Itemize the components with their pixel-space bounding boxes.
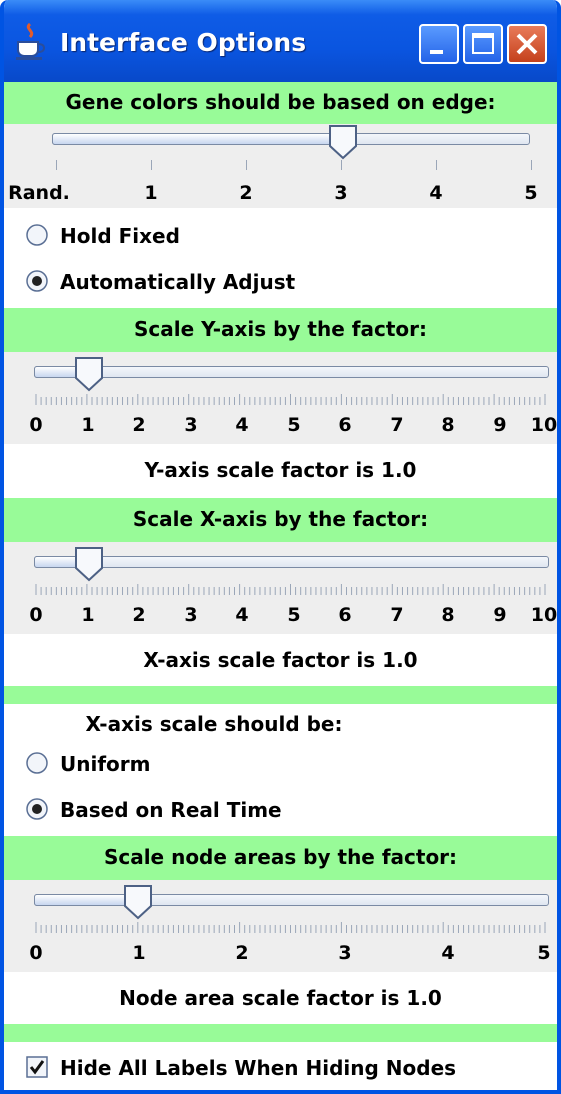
x-axis-slider-panel: 0 1 2 3 4 5 6 7 8 9 10 (4, 542, 557, 634)
node-area-slider-panel: 0 1 2 3 4 5 (4, 880, 557, 972)
gene-colors-tick-label: 3 (334, 182, 348, 204)
uniform-label[interactable]: Uniform (60, 752, 150, 776)
uniform-radio[interactable] (26, 752, 48, 774)
y-axis-tick-label: 10 (530, 414, 558, 436)
y-axis-status-text: Y-axis scale factor is 1.0 (144, 458, 417, 482)
automatically-adjust-radio[interactable] (26, 270, 48, 292)
minimize-icon (430, 50, 443, 54)
gene-colors-tick (246, 160, 247, 170)
x-axis-tick-label: 4 (235, 604, 249, 626)
java-coffee-cup-icon (16, 22, 46, 60)
gene-colors-slider-panel: Rand. 1 2 3 4 5 (4, 124, 557, 208)
x-axis-tick-label: 6 (338, 604, 352, 626)
node-area-tick-label: 5 (537, 942, 551, 964)
gene-colors-slider-thumb[interactable] (328, 124, 358, 160)
x-axis-header-band: Scale X-axis by the factor: (4, 498, 557, 542)
gene-colors-tick (341, 160, 342, 170)
title-bar[interactable]: Interface Options (4, 0, 557, 82)
x-axis-minor-ticks (35, 584, 546, 595)
gene-colors-tick-label: 4 (429, 182, 443, 204)
x-axis-tick-label: 9 (493, 604, 507, 626)
hold-fixed-radio[interactable] (26, 224, 48, 246)
y-axis-tick-label: 7 (390, 414, 404, 436)
window-title: Interface Options (60, 28, 307, 57)
maximize-button[interactable] (463, 24, 503, 64)
y-axis-slider-panel: 0 1 2 3 4 5 6 7 8 9 10 (4, 352, 557, 444)
y-axis-slider-track[interactable] (34, 366, 549, 378)
node-area-tick-label: 1 (132, 942, 146, 964)
x-axis-slider-track[interactable] (34, 556, 549, 568)
y-axis-tick-label: 5 (287, 414, 301, 436)
node-area-heading: Scale node areas by the factor: (103, 845, 458, 869)
y-axis-tick-label: 3 (184, 414, 198, 436)
x-axis-status-text: X-axis scale factor is 1.0 (143, 648, 418, 672)
y-axis-tick-label: 2 (132, 414, 146, 436)
node-area-status-text: Node area scale factor is 1.0 (119, 986, 442, 1010)
interface-options-window: Interface Options Gene colors should be … (0, 0, 561, 1094)
close-icon (516, 33, 538, 55)
y-axis-tick-label: 1 (81, 414, 95, 436)
y-axis-slider-thumb[interactable] (74, 356, 104, 392)
node-area-minor-ticks (35, 922, 546, 933)
maximize-icon (472, 33, 494, 54)
y-axis-minor-ticks (35, 394, 546, 405)
node-area-tick-label: 0 (29, 942, 43, 964)
x-axis-tick-label: 8 (441, 604, 455, 626)
x-axis-tick-label: 3 (184, 604, 198, 626)
x-axis-tick-label: 5 (287, 604, 301, 626)
y-axis-tick-label: 0 (29, 414, 43, 436)
y-axis-tick-label: 8 (441, 414, 455, 436)
x-axis-tick-label: 1 (81, 604, 95, 626)
based-on-real-time-radio[interactable] (26, 798, 48, 820)
gene-colors-header-band: Gene colors should be based on edge: (4, 82, 557, 124)
separator-band (4, 1024, 557, 1042)
based-on-real-time-label[interactable]: Based on Real Time (60, 798, 282, 822)
y-axis-header-band: Scale Y-axis by the factor: (4, 308, 557, 352)
gene-colors-tick (151, 160, 152, 170)
gene-colors-heading: Gene colors should be based on edge: (65, 90, 496, 114)
x-axis-tick-label: 10 (530, 604, 558, 626)
x-scale-mode-heading: X-axis scale should be: (85, 712, 343, 736)
separator-band (4, 686, 557, 704)
hold-fixed-label[interactable]: Hold Fixed (60, 224, 180, 248)
gene-colors-tick-label: 2 (239, 182, 253, 204)
minimize-button[interactable] (419, 24, 459, 64)
node-area-tick-label: 4 (441, 942, 455, 964)
x-axis-heading: Scale X-axis by the factor: (132, 507, 429, 531)
hide-labels-checkbox[interactable] (26, 1056, 48, 1078)
y-axis-heading: Scale Y-axis by the factor: (134, 317, 427, 341)
gene-colors-tick-label: Rand. (8, 182, 70, 204)
gene-colors-slider-fill (52, 133, 344, 145)
y-axis-tick-label: 4 (235, 414, 249, 436)
automatically-adjust-label[interactable]: Automatically Adjust (60, 270, 295, 294)
node-area-tick-label: 2 (235, 942, 249, 964)
node-area-slider-thumb[interactable] (123, 884, 153, 920)
x-axis-slider-thumb[interactable] (74, 546, 104, 582)
gene-colors-tick (531, 160, 532, 170)
gene-colors-tick-label: 1 (144, 182, 158, 204)
y-axis-tick-label: 6 (338, 414, 352, 436)
gene-colors-tick-label: 5 (524, 182, 538, 204)
y-axis-tick-label: 9 (493, 414, 507, 436)
x-axis-tick-label: 0 (29, 604, 43, 626)
x-axis-tick-label: 2 (132, 604, 146, 626)
node-area-header-band: Scale node areas by the factor: (4, 836, 557, 880)
x-axis-tick-label: 7 (390, 604, 404, 626)
close-button[interactable] (507, 24, 547, 64)
hide-labels-label[interactable]: Hide All Labels When Hiding Nodes (60, 1056, 456, 1080)
gene-colors-tick (436, 160, 437, 170)
gene-colors-tick (56, 160, 57, 170)
node-area-tick-label: 3 (338, 942, 352, 964)
